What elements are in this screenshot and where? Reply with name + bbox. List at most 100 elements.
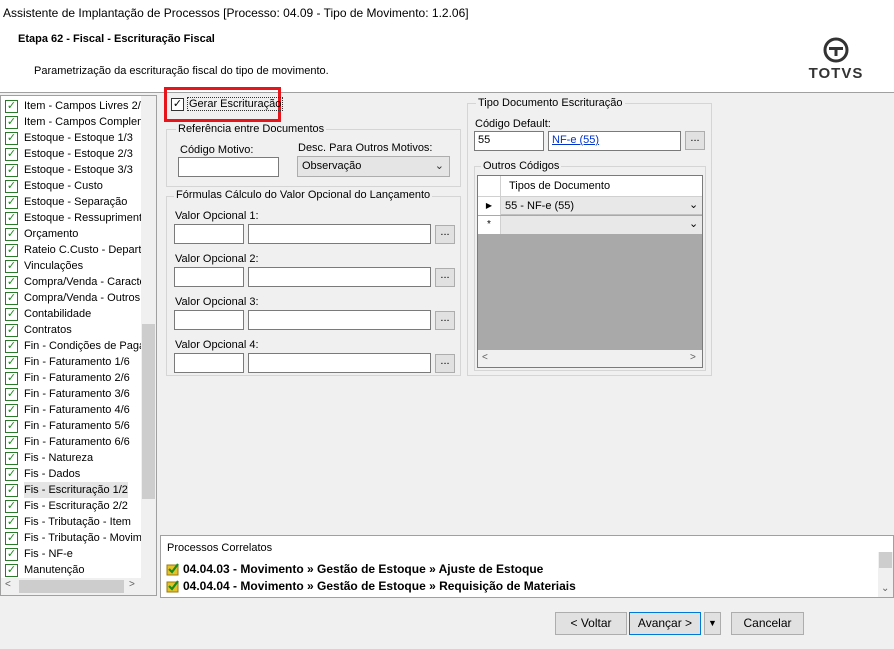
tree-item[interactable]: ✓ Manutenção xyxy=(1,562,143,578)
tree-item-label: Contabilidade xyxy=(24,308,92,320)
tree-item[interactable]: ✓ Fin - Faturamento 4/6 xyxy=(1,402,143,418)
tree-scroll-thumb[interactable] xyxy=(142,324,155,499)
tree-item-label: Estoque - Ressupriment xyxy=(24,212,142,224)
codigo-default-input[interactable]: 55 xyxy=(474,131,544,151)
gerar-escrituracao-label: Gerar Escrituração xyxy=(187,97,284,111)
tree-vertical-scrollbar[interactable] xyxy=(141,96,156,580)
valor-opcional-code-input[interactable] xyxy=(174,353,244,373)
tree-item[interactable]: ✓ Contabilidade xyxy=(1,306,143,322)
valor-opcional-formula-input[interactable] xyxy=(248,224,431,244)
valor-opcional-formula-input[interactable] xyxy=(248,353,431,373)
tree-item[interactable]: ✓ Item - Campos Livres 2/ xyxy=(1,98,143,114)
cancelar-button[interactable]: Cancelar xyxy=(731,612,804,635)
check-icon: ✓ xyxy=(5,371,18,385)
tree-item[interactable]: ✓ Fis - Tributação - Item xyxy=(1,514,143,530)
tree-item[interactable]: ✓ Fis - Tributação - Movim xyxy=(1,530,143,546)
scroll-left-icon[interactable]: < xyxy=(5,579,11,590)
valor-opcional-formula-input[interactable] xyxy=(248,310,431,330)
avancar-button[interactable]: Avançar > xyxy=(629,612,701,635)
valor-opcional-lookup-button[interactable]: ... xyxy=(435,268,455,287)
logo-text: TOTVS xyxy=(808,65,864,82)
tree-item[interactable]: ✓ Rateio C.Custo - Depart xyxy=(1,242,143,258)
tree-hscroll-thumb[interactable] xyxy=(19,580,124,593)
tree-item[interactable]: ✓ Fis - Escrituração 2/2 xyxy=(1,498,143,514)
tree-item[interactable]: ✓ Fin - Faturamento 2/6 xyxy=(1,370,143,386)
tree-item[interactable]: ✓ Estoque - Estoque 2/3 xyxy=(1,146,143,162)
tree-item[interactable]: ✓ Vinculações xyxy=(1,258,143,274)
tree-item-label: Estoque - Estoque 2/3 xyxy=(24,148,133,160)
tree-item[interactable]: ✓ Fis - Dados xyxy=(1,466,143,482)
outros-codigos-grid[interactable]: Tipos de Documento ▶ 55 - NF-e (55) ⌄ * … xyxy=(477,175,703,368)
valor-opcional-code-input[interactable] xyxy=(174,310,244,330)
codigo-motivo-input[interactable] xyxy=(178,157,279,177)
grid-row-new[interactable]: * ⌄ xyxy=(478,216,702,234)
tree-item[interactable]: ✓ Estoque - Estoque 3/3 xyxy=(1,162,143,178)
tree-item[interactable]: ✓ Estoque - Estoque 1/3 xyxy=(1,130,143,146)
tree-item-label: Compra/Venda - Outros xyxy=(24,292,141,304)
scroll-left-icon[interactable]: < xyxy=(482,352,488,363)
valor-opcional-lookup-button[interactable]: ... xyxy=(435,225,455,244)
tree-item-label: Fin - Faturamento 4/6 xyxy=(24,404,130,416)
process-check-icon xyxy=(166,579,179,592)
scroll-right-icon[interactable]: > xyxy=(690,352,696,363)
tree-item[interactable]: ✓ Fis - Escrituração 1/2 xyxy=(1,482,143,498)
grid-cell-tipo[interactable]: 55 - NF-e (55) xyxy=(505,200,574,212)
tree-item[interactable]: ✓ Orçamento xyxy=(1,226,143,242)
codigo-default-lookup-button[interactable]: ... xyxy=(685,131,705,150)
tree-item[interactable]: ✓ Estoque - Separação xyxy=(1,194,143,210)
tree-item[interactable]: ✓ Estoque - Custo xyxy=(1,178,143,194)
tree-item[interactable]: ✓ Fin - Faturamento 3/6 xyxy=(1,386,143,402)
codigo-default-desc[interactable]: NF-e (55) xyxy=(548,131,681,151)
desc-outros-select[interactable]: Observação ⌄ xyxy=(297,156,450,177)
tree-item-label: Manutenção xyxy=(24,564,85,576)
tree-item[interactable]: ✓ Compra/Venda - Outros xyxy=(1,290,143,306)
tree-item-label: Fin - Faturamento 6/6 xyxy=(24,436,130,448)
correlatos-scroll-thumb[interactable] xyxy=(879,552,892,568)
processos-correlatos-panel: Processos Correlatos 04.04.03 - Moviment… xyxy=(160,535,894,598)
avancar-dropdown-button[interactable]: ▼ xyxy=(704,612,721,635)
tree-item-label: Fin - Faturamento 5/6 xyxy=(24,420,130,432)
correlato-link[interactable]: 04.04.04 - Movimento » Gestão de Estoque… xyxy=(166,577,576,594)
scroll-right-icon[interactable]: > xyxy=(129,579,135,590)
valor-opcional-code-input[interactable] xyxy=(174,267,244,287)
tree-item-label: Vinculações xyxy=(24,260,84,272)
correlatos-scrollbar[interactable]: ⌄ xyxy=(878,552,893,597)
tree-item[interactable]: ✓ Compra/Venda - Caracte xyxy=(1,274,143,290)
tree-item-label: Fis - Escrituração 1/2 xyxy=(24,482,128,498)
steps-tree[interactable]: ✓ Item - Campos Livres 2/ ✓ Item - Campos C… xyxy=(0,95,157,596)
tree-item[interactable]: ✓ Fin - Faturamento 6/6 xyxy=(1,434,143,450)
new-row-icon: * xyxy=(478,216,501,234)
valor-opcional-lookup-button[interactable]: ... xyxy=(435,354,455,373)
tree-item[interactable]: ✓ Contratos xyxy=(1,322,143,338)
gerar-escrituracao-checkbox[interactable]: ✓ Gerar Escrituração xyxy=(171,97,284,111)
valor-opcional-code-input[interactable] xyxy=(174,224,244,244)
voltar-button[interactable]: < Voltar xyxy=(555,612,627,635)
correlatos-title: Processos Correlatos xyxy=(167,542,273,554)
valor-opcional-lookup-button[interactable]: ... xyxy=(435,311,455,330)
scroll-down-icon[interactable]: ⌄ xyxy=(881,583,889,594)
valor-opcional-formula-input[interactable] xyxy=(248,267,431,287)
checkmark-icon[interactable]: ✓ xyxy=(171,97,184,111)
codigo-default-link[interactable]: NF-e (55) xyxy=(552,134,599,146)
tree-horizontal-scrollbar[interactable]: < > xyxy=(1,578,156,595)
tree-item-label: Item - Campos Livres 2/ xyxy=(24,100,141,112)
desc-outros-value: Observação xyxy=(302,160,362,172)
grid-horizontal-scrollbar[interactable]: < > xyxy=(478,350,702,367)
tree-item[interactable]: ✓ Fis - NF-e xyxy=(1,546,143,562)
tree-item[interactable]: ✓ Fis - Natureza xyxy=(1,450,143,466)
tree-item[interactable]: ✓ Item - Campos Complem xyxy=(1,114,143,130)
grid-row[interactable]: ▶ 55 - NF-e (55) ⌄ xyxy=(478,197,702,215)
chevron-down-icon[interactable]: ⌄ xyxy=(689,198,698,211)
check-icon: ✓ xyxy=(5,275,18,289)
grid-corner xyxy=(478,176,501,196)
tree-item[interactable]: ✓ Fin - Faturamento 1/6 xyxy=(1,354,143,370)
check-icon: ✓ xyxy=(5,515,18,529)
correlato-link[interactable]: 04.04.03 - Movimento » Gestão de Estoque… xyxy=(166,560,576,577)
process-check-icon xyxy=(166,562,179,575)
tree-item[interactable]: ✓ Estoque - Ressupriment xyxy=(1,210,143,226)
check-icon: ✓ xyxy=(5,211,18,225)
chevron-down-icon[interactable]: ⌄ xyxy=(689,217,698,230)
check-icon: ✓ xyxy=(5,547,18,561)
tree-item[interactable]: ✓ Fin - Faturamento 5/6 xyxy=(1,418,143,434)
tree-item[interactable]: ✓ Fin - Condições de Paga xyxy=(1,338,143,354)
